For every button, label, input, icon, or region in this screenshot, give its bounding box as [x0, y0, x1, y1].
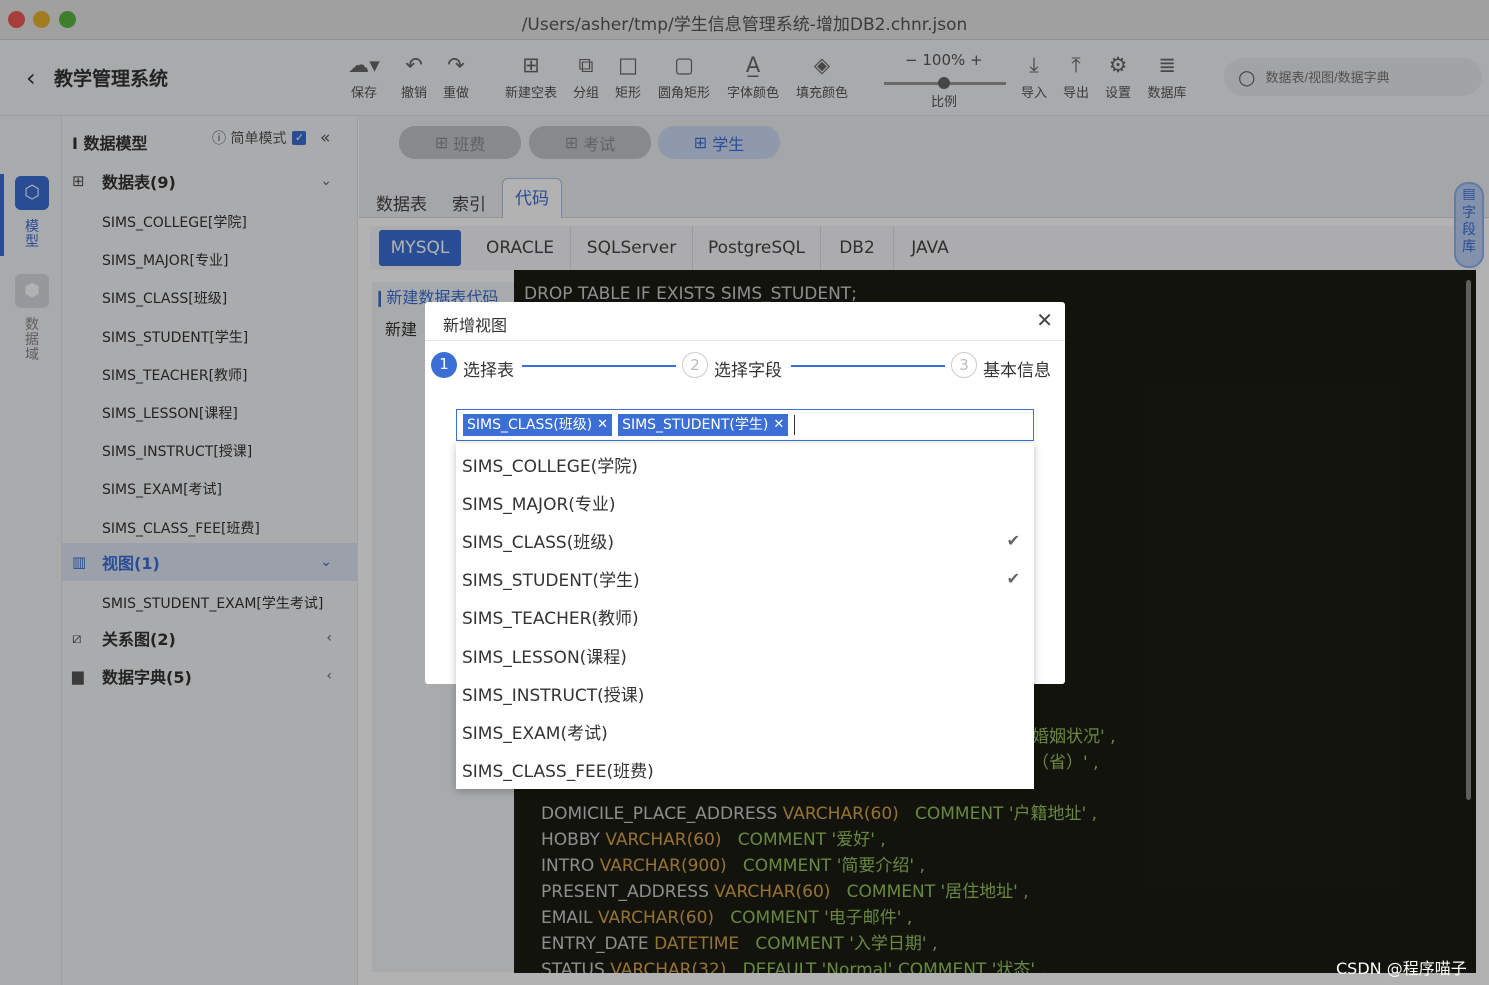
selected-tag: SIMS_CLASS(班级) ✕: [463, 414, 613, 436]
option-label: SIMS_STUDENT(学生): [462, 571, 640, 592]
table-multiselect[interactable]: SIMS_CLASS(班级) ✕ SIMS_STUDENT(学生) ✕: [456, 409, 1034, 441]
dropdown-option[interactable]: SIMS_COLLEGE(学院): [456, 445, 1034, 483]
option-label: SIMS_LESSON(课程): [462, 647, 627, 668]
option-label: SIMS_INSTRUCT(授课): [462, 685, 645, 706]
dropdown-option[interactable]: SIMS_MAJOR(专业): [456, 483, 1034, 521]
dropdown-option[interactable]: SIMS_TEACHER(教师): [456, 598, 1034, 636]
option-label: SIMS_COLLEGE(学院): [462, 456, 638, 477]
option-label: SIMS_EXAM(考试): [462, 723, 608, 744]
dropdown-option[interactable]: SIMS_EXAM(考试): [456, 712, 1034, 750]
option-label: SIMS_TEACHER(教师): [462, 609, 639, 630]
step-3-number: 3: [951, 352, 977, 378]
check-icon: ✔: [1006, 530, 1020, 550]
dialog-divider: [425, 340, 1065, 341]
option-label: SIMS_MAJOR(专业): [462, 494, 616, 515]
step-connector: [791, 365, 945, 367]
table-dropdown: SIMS_COLLEGE(学院) SIMS_MAJOR(专业) SIMS_CLASS…: [456, 443, 1034, 789]
step-2-label: 选择字段: [714, 361, 782, 381]
remove-tag-icon[interactable]: ✕: [773, 414, 784, 436]
dropdown-option[interactable]: SIMS_CLASS(班级) ✔: [456, 521, 1034, 559]
dialog-title: 新增视图: [443, 316, 508, 335]
check-icon: ✔: [1006, 569, 1020, 589]
selected-tag: SIMS_STUDENT(学生) ✕: [618, 414, 789, 436]
step-connector: [522, 365, 676, 367]
step-2-number: 2: [682, 352, 708, 378]
close-icon[interactable]: ✕: [1036, 308, 1053, 332]
step-3-label: 基本信息: [983, 361, 1051, 381]
watermark: CSDN @程序喵子: [1336, 959, 1467, 978]
dropdown-option[interactable]: SIMS_STUDENT(学生) ✔: [456, 560, 1034, 598]
text-caret: [794, 415, 796, 435]
remove-tag-icon[interactable]: ✕: [597, 414, 608, 436]
dropdown-option[interactable]: SIMS_LESSON(课程): [456, 636, 1034, 674]
option-label: SIMS_CLASS(班级): [462, 532, 614, 553]
step-1-number: 1: [431, 352, 457, 378]
dropdown-option[interactable]: SIMS_CLASS_FEE(班费): [456, 751, 1034, 789]
option-label: SIMS_CLASS_FEE(班费): [462, 762, 654, 783]
dropdown-option[interactable]: SIMS_INSTRUCT(授课): [456, 674, 1034, 712]
step-1-label: 选择表: [463, 361, 514, 381]
